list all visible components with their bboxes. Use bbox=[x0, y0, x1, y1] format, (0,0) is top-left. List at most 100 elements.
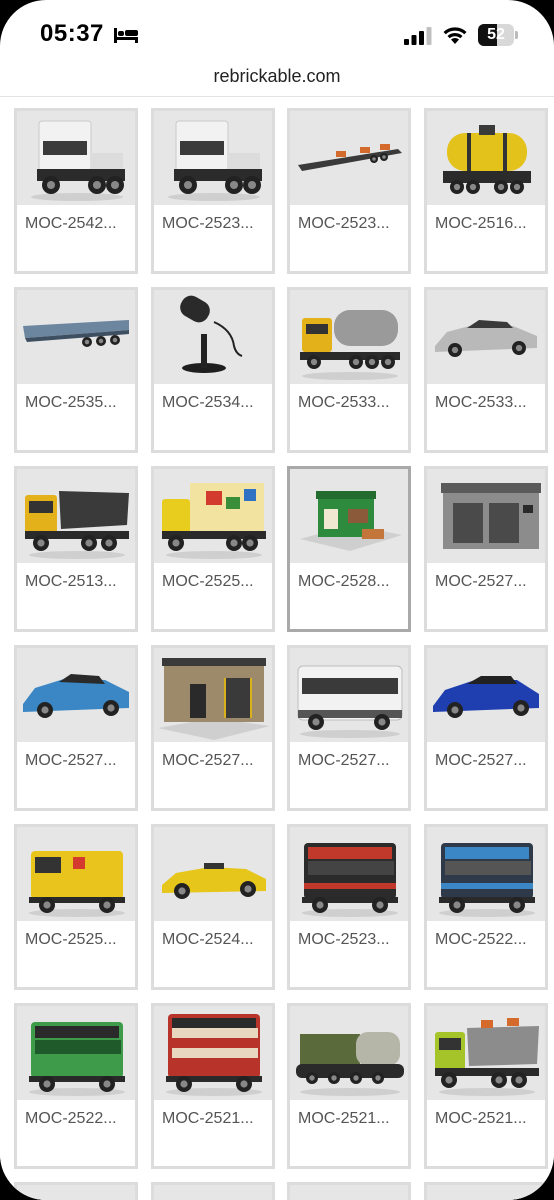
moc-card[interactable]: MOC-2516... bbox=[424, 108, 548, 274]
moc-label[interactable]: MOC-2521... bbox=[435, 1110, 543, 1128]
moc-card[interactable]: MOC-2527... bbox=[287, 645, 411, 811]
cellular-signal-icon bbox=[404, 27, 432, 45]
yellow-box-truck-image bbox=[162, 483, 266, 559]
moc-thumbnail[interactable] bbox=[290, 290, 408, 384]
moc-thumbnail[interactable] bbox=[154, 290, 272, 384]
moc-card[interactable]: MOC-2535... bbox=[14, 287, 138, 453]
moc-thumbnail[interactable] bbox=[427, 469, 545, 563]
moc-label[interactable]: MOC-2524... bbox=[162, 931, 270, 949]
moc-card[interactable]: MOC-2513... bbox=[14, 466, 138, 632]
moc-label[interactable]: MOC-2535... bbox=[25, 394, 133, 412]
moc-card-partial[interactable] bbox=[151, 1182, 275, 1200]
moc-card[interactable]: MOC-2533... bbox=[424, 287, 548, 453]
moc-label[interactable]: MOC-2521... bbox=[298, 1110, 406, 1128]
flatbed-trailer-image bbox=[298, 144, 402, 171]
moc-label[interactable]: MOC-2523... bbox=[298, 931, 406, 949]
moc-label[interactable]: MOC-2523... bbox=[298, 215, 406, 233]
brown-building-image bbox=[158, 658, 270, 740]
moc-card[interactable]: MOC-2521... bbox=[424, 1003, 548, 1169]
moc-card[interactable]: MOC-2528... bbox=[287, 466, 411, 632]
moc-label[interactable]: MOC-2527... bbox=[435, 752, 543, 770]
moc-label[interactable]: MOC-2527... bbox=[25, 752, 133, 770]
moc-thumbnail[interactable] bbox=[427, 648, 545, 742]
moc-thumbnail[interactable] bbox=[154, 827, 272, 921]
moc-label[interactable]: MOC-2522... bbox=[25, 1110, 133, 1128]
moc-label[interactable]: MOC-2542... bbox=[25, 215, 133, 233]
moc-label[interactable]: MOC-2528... bbox=[298, 573, 406, 591]
white-semi-truck-image bbox=[31, 120, 125, 201]
moc-thumbnail[interactable] bbox=[154, 648, 272, 742]
yellow-convertible-image bbox=[162, 863, 266, 899]
moc-label[interactable]: MOC-2534... bbox=[162, 394, 270, 412]
moc-card[interactable]: MOC-2521... bbox=[287, 1003, 411, 1169]
moc-label[interactable]: MOC-2533... bbox=[298, 394, 406, 412]
moc-card[interactable]: MOC-2527... bbox=[424, 466, 548, 632]
moc-label[interactable]: MOC-2523... bbox=[162, 215, 270, 233]
moc-thumbnail[interactable] bbox=[290, 1006, 408, 1100]
moc-card[interactable]: MOC-2522... bbox=[424, 824, 548, 990]
moc-card[interactable]: MOC-2527... bbox=[14, 645, 138, 811]
moc-thumbnail[interactable] bbox=[17, 111, 135, 205]
moc-card[interactable]: MOC-2523... bbox=[287, 824, 411, 990]
silver-sports-car-image bbox=[435, 320, 537, 357]
moc-label[interactable]: MOC-2522... bbox=[435, 931, 543, 949]
bed-icon bbox=[114, 28, 138, 43]
moc-label[interactable]: MOC-2527... bbox=[298, 752, 406, 770]
moc-label[interactable]: MOC-2525... bbox=[162, 573, 270, 591]
moc-thumbnail[interactable] bbox=[290, 827, 408, 921]
phone-screen: 05:37 52 rebrickable.com MOC-2542... MOC-… bbox=[0, 0, 554, 1200]
moc-thumbnail[interactable] bbox=[17, 469, 135, 563]
moc-thumbnail[interactable] bbox=[427, 827, 545, 921]
moc-label[interactable]: MOC-2533... bbox=[435, 394, 543, 412]
moc-label[interactable]: MOC-2516... bbox=[435, 215, 543, 233]
moc-thumbnail[interactable] bbox=[17, 1006, 135, 1100]
moc-label[interactable]: MOC-2525... bbox=[25, 931, 133, 949]
battery-indicator: 52 bbox=[478, 24, 514, 46]
moc-card[interactable]: MOC-2523... bbox=[287, 108, 411, 274]
moc-thumbnail[interactable] bbox=[154, 1006, 272, 1100]
olive-tank-image bbox=[296, 1032, 404, 1096]
yellow-dump-truck-image bbox=[25, 491, 129, 559]
moc-thumbnail[interactable] bbox=[290, 648, 408, 742]
grey-garage-image bbox=[441, 483, 541, 549]
address-bar[interactable]: rebrickable.com bbox=[0, 62, 554, 97]
moc-thumbnail[interactable] bbox=[154, 469, 272, 563]
blue-bus-image bbox=[439, 843, 535, 917]
moc-card-partial[interactable] bbox=[14, 1182, 138, 1200]
moc-thumbnail[interactable] bbox=[17, 290, 135, 384]
yellow-van-image bbox=[29, 851, 125, 917]
status-time: 05:37 bbox=[40, 20, 104, 47]
white-semi-truck-image bbox=[168, 120, 262, 201]
moc-card[interactable]: MOC-2521... bbox=[151, 1003, 275, 1169]
moc-label[interactable]: MOC-2513... bbox=[25, 573, 133, 591]
moc-thumbnail[interactable] bbox=[154, 111, 272, 205]
moc-label[interactable]: MOC-2521... bbox=[162, 1110, 270, 1128]
moc-card[interactable]: MOC-2522... bbox=[14, 1003, 138, 1169]
moc-thumbnail[interactable] bbox=[17, 648, 135, 742]
moc-card-partial[interactable] bbox=[287, 1182, 411, 1200]
moc-card[interactable]: MOC-2527... bbox=[424, 645, 548, 811]
moc-card[interactable]: MOC-2525... bbox=[151, 466, 275, 632]
microphone-image bbox=[180, 295, 243, 373]
moc-card[interactable]: MOC-2534... bbox=[151, 287, 275, 453]
moc-card-partial[interactable] bbox=[424, 1182, 548, 1200]
moc-label[interactable]: MOC-2527... bbox=[162, 752, 270, 770]
moc-thumbnail[interactable] bbox=[427, 1006, 545, 1100]
url-text[interactable]: rebrickable.com bbox=[0, 66, 554, 87]
moc-card[interactable]: MOC-2524... bbox=[151, 824, 275, 990]
moc-card[interactable]: MOC-2527... bbox=[151, 645, 275, 811]
moc-card[interactable]: MOC-2533... bbox=[287, 287, 411, 453]
moc-thumbnail[interactable] bbox=[290, 469, 408, 563]
red-black-bus-image bbox=[302, 843, 398, 917]
moc-thumbnail[interactable] bbox=[427, 111, 545, 205]
moc-thumbnail[interactable] bbox=[290, 111, 408, 205]
moc-label[interactable]: MOC-2527... bbox=[435, 573, 543, 591]
moc-card[interactable]: MOC-2525... bbox=[14, 824, 138, 990]
moc-thumbnail[interactable] bbox=[17, 827, 135, 921]
moc-thumbnail[interactable] bbox=[427, 290, 545, 384]
moc-card[interactable]: MOC-2523... bbox=[151, 108, 275, 274]
yellow-tank-wagon-image bbox=[443, 125, 531, 194]
moc-card[interactable]: MOC-2542... bbox=[14, 108, 138, 274]
dark-blue-sports-car-image bbox=[433, 676, 539, 718]
green-shop-image bbox=[300, 491, 402, 551]
